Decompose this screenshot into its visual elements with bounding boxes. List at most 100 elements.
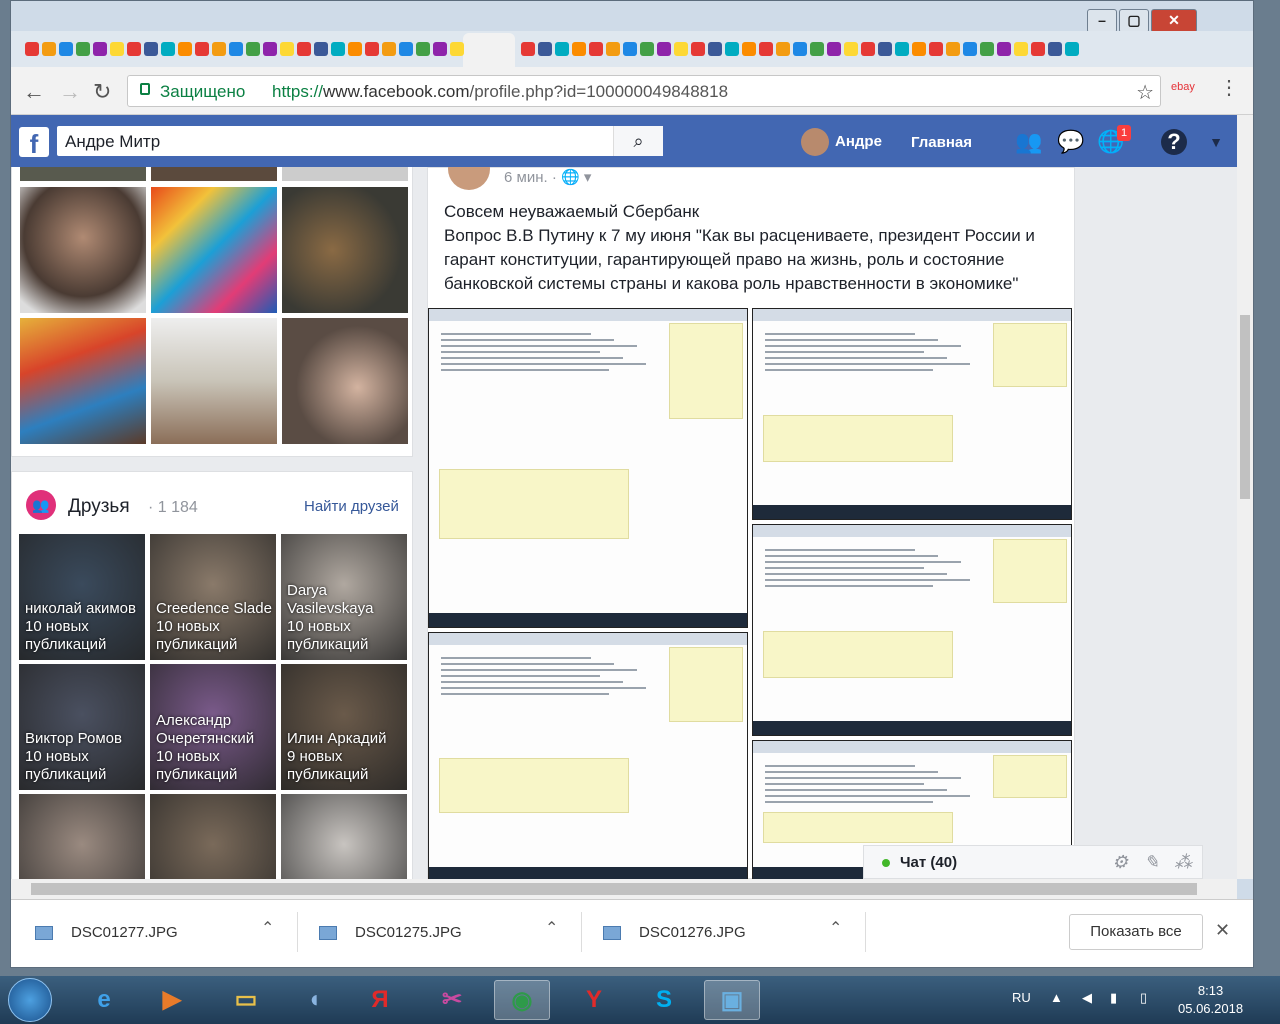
browser-tab[interactable] (59, 35, 73, 63)
browser-tab[interactable] (606, 35, 620, 63)
friend-tile[interactable] (281, 794, 407, 879)
close-downloads-icon[interactable]: ✕ (1215, 920, 1230, 941)
browser-tab[interactable] (810, 35, 824, 63)
browser-tab[interactable] (229, 35, 243, 63)
browser-tab[interactable] (861, 35, 875, 63)
facebook-search-input[interactable]: Андре Митр ⌕ (57, 126, 663, 156)
browser-tab[interactable] (144, 35, 158, 63)
browser-tab[interactable] (946, 35, 960, 63)
browser-tab[interactable] (110, 35, 124, 63)
browser-tab[interactable] (589, 35, 603, 63)
browser-tab[interactable] (555, 35, 569, 63)
browser-tab[interactable] (365, 35, 379, 63)
browser-tab[interactable] (980, 35, 994, 63)
browser-tab[interactable] (521, 35, 535, 63)
folder-icon[interactable]: ▭ (218, 980, 274, 1020)
browser-menu-icon[interactable]: ⋮ (1219, 75, 1239, 100)
browser-tab[interactable] (212, 35, 226, 63)
browser-tab[interactable] (623, 35, 637, 63)
browser-tab[interactable] (76, 35, 90, 63)
browser-tab[interactable] (742, 35, 756, 63)
browser-tab[interactable] (1065, 35, 1079, 63)
facebook-logo[interactable]: f (19, 127, 49, 159)
paint-icon[interactable]: ✂ (424, 980, 480, 1020)
back-icon[interactable]: ← (23, 79, 45, 105)
address-bar[interactable]: Защищено https://www.facebook.com/profil… (127, 75, 1161, 107)
search-icon[interactable]: ⌕ (613, 126, 663, 156)
chevron-up-icon[interactable]: ⌃ (261, 918, 274, 938)
gear-icon[interactable]: ⚙ (1112, 852, 1128, 873)
photo-thumb[interactable] (19, 186, 147, 314)
volume-app-icon[interactable]: ◖ (286, 980, 342, 1020)
scroll-thumb[interactable] (1240, 315, 1250, 499)
vertical-scrollbar[interactable] (1237, 115, 1253, 879)
help-icon[interactable]: ? (1161, 129, 1187, 155)
photo-viewer-icon[interactable]: ▣ (704, 980, 760, 1020)
post-time[interactable]: 6 мин. · 🌐 ▾ (504, 168, 591, 186)
photo-thumb[interactable] (150, 317, 278, 445)
chevron-up-icon[interactable]: ⌃ (545, 918, 558, 938)
reload-icon[interactable]: ↻ (93, 79, 111, 105)
photo-thumb[interactable] (150, 167, 278, 182)
download-item[interactable]: DSC01276.JPG (603, 924, 746, 941)
browser-tab[interactable] (161, 35, 175, 63)
browser-tab[interactable] (93, 35, 107, 63)
yandex-icon[interactable]: Я (352, 980, 408, 1020)
browser-tab[interactable] (895, 35, 909, 63)
photo-thumb[interactable] (19, 167, 147, 182)
chrome-icon[interactable]: ◉ (494, 980, 550, 1020)
post-image[interactable] (428, 632, 748, 879)
browser-tab[interactable] (178, 35, 192, 63)
photo-thumb[interactable] (150, 186, 278, 314)
browser-tab[interactable] (674, 35, 688, 63)
browser-tab[interactable] (640, 35, 654, 63)
browser-tab[interactable] (246, 35, 260, 63)
browser-tab[interactable] (793, 35, 807, 63)
browser-tab[interactable] (538, 35, 552, 63)
account-menu-icon[interactable]: ▼ (1203, 129, 1229, 155)
friend-tile[interactable]: Виктор Ромов 10 новых публикаций (19, 664, 145, 790)
clock[interactable]: 8:13 05.06.2018 (1178, 982, 1243, 1018)
group-icon[interactable]: ⁂ (1174, 852, 1192, 873)
chevron-up-icon[interactable]: ⌃ (829, 918, 842, 938)
browser-tab[interactable] (263, 35, 277, 63)
active-tab[interactable] (463, 33, 515, 67)
skype-icon[interactable]: S (636, 980, 692, 1020)
media-player-icon[interactable]: ▶ (144, 980, 200, 1020)
browser-tab[interactable] (348, 35, 362, 63)
browser-tab[interactable] (1031, 35, 1045, 63)
friends-title[interactable]: Друзья (68, 496, 130, 518)
browser-tab[interactable] (1014, 35, 1028, 63)
browser-tab[interactable] (759, 35, 773, 63)
browser-tab[interactable] (572, 35, 586, 63)
ebay-extension-icon[interactable]: ebay (1171, 81, 1195, 93)
profile-link[interactable]: Андре (801, 128, 882, 157)
browser-tab[interactable] (331, 35, 345, 63)
browser-tab[interactable] (25, 35, 39, 63)
show-hidden-icons-icon[interactable]: ▲ (1050, 990, 1063, 1005)
yandex-browser-icon[interactable]: Y (566, 980, 622, 1020)
photo-thumb[interactable] (281, 186, 409, 314)
minimize-button[interactable]: – (1087, 9, 1117, 33)
horizontal-scrollbar[interactable] (11, 879, 1237, 899)
photo-thumb[interactable] (281, 317, 409, 445)
start-button[interactable] (8, 978, 52, 1022)
friend-tile[interactable]: Александр Очеретянский 10 новых публикаций (150, 664, 276, 790)
home-link[interactable]: Главная (911, 134, 972, 151)
browser-tab[interactable] (708, 35, 722, 63)
friend-tile[interactable]: Wladimir Nemcov (150, 794, 276, 879)
friend-tile[interactable]: николай акимов 10 новых публикаций (19, 534, 145, 660)
browser-tab[interactable] (314, 35, 328, 63)
browser-tab[interactable] (827, 35, 841, 63)
post-image[interactable] (752, 524, 1072, 736)
browser-tab[interactable] (382, 35, 396, 63)
photo-thumb[interactable] (19, 317, 147, 445)
photo-thumb[interactable] (281, 167, 409, 182)
post-image[interactable] (752, 308, 1072, 520)
browser-tab[interactable] (297, 35, 311, 63)
browser-tab[interactable] (433, 35, 447, 63)
download-item[interactable]: DSC01277.JPG (35, 924, 178, 941)
chat-bar[interactable]: Чат (40) ⚙ ✎ ⁂ (863, 845, 1203, 879)
download-item[interactable]: DSC01275.JPG (319, 924, 462, 941)
post-image[interactable] (428, 308, 748, 628)
